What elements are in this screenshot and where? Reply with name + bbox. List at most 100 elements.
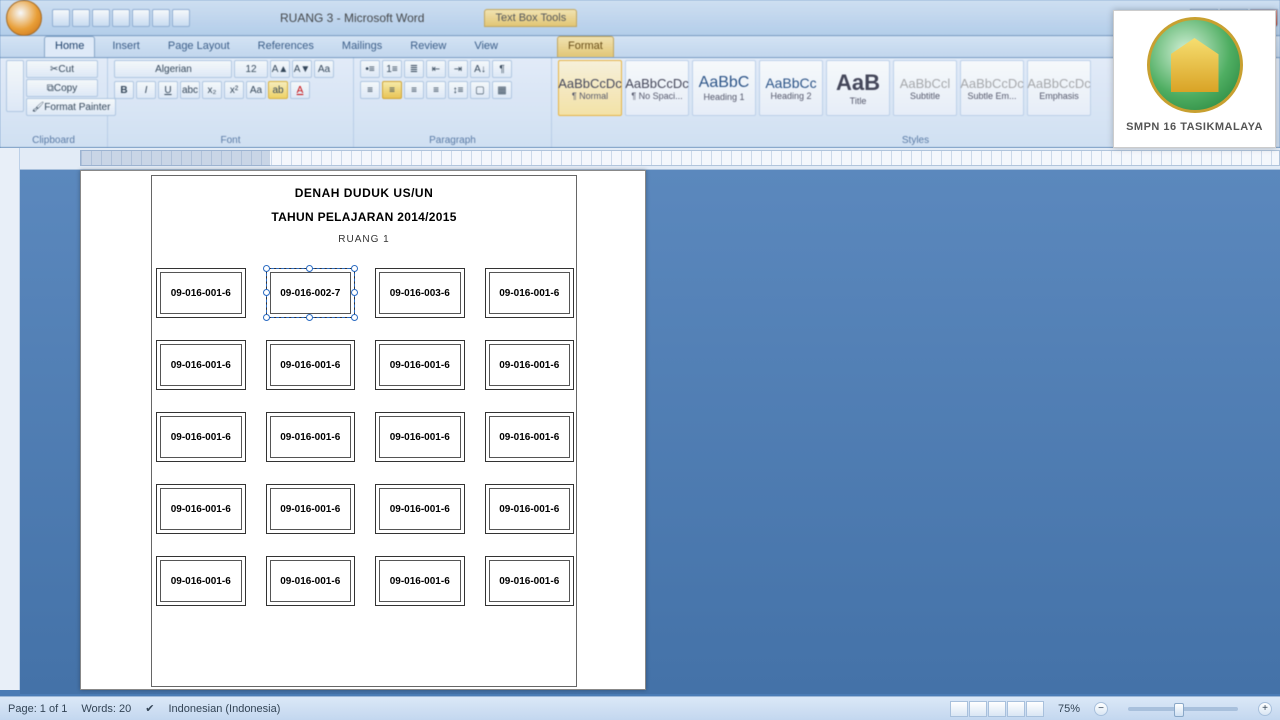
align-left-icon[interactable]: ≡ [360, 81, 380, 99]
seat-textbox[interactable]: 09-016-001-6 [485, 556, 575, 606]
qat-new-icon[interactable] [112, 9, 130, 27]
document-page[interactable]: DENAH DUDUK US/UN TAHUN PELAJARAN 2014/2… [80, 170, 646, 690]
sort-icon[interactable]: A↓ [470, 60, 490, 78]
style-subtitle[interactable]: AaBbCclSubtitle [893, 60, 957, 116]
seat-textbox[interactable]: 09-016-001-6 [485, 412, 575, 462]
seat-textbox[interactable]: 09-016-001-6 [156, 484, 246, 534]
seat-textbox[interactable]: 09-016-001-6 [375, 484, 465, 534]
strike-icon[interactable]: abc [180, 81, 200, 99]
bullets-icon[interactable]: •≡ [360, 60, 380, 78]
tab-references[interactable]: References [247, 36, 325, 57]
seat-textbox[interactable]: 09-016-003-6 [375, 268, 465, 318]
underline-icon[interactable]: U [158, 81, 178, 99]
view-print-layout-icon[interactable] [950, 701, 968, 717]
format-painter-button[interactable]: 🖌 Format Painter [26, 98, 116, 116]
style-normal[interactable]: AaBbCcDc¶ Normal [558, 60, 622, 116]
qat-redo-icon[interactable] [92, 9, 110, 27]
vertical-ruler[interactable] [0, 148, 20, 690]
seat-textbox[interactable]: 09-016-001-6 [266, 340, 356, 390]
status-words[interactable]: Words: 20 [81, 703, 131, 715]
seat-textbox[interactable]: 09-016-001-6 [485, 484, 575, 534]
status-language[interactable]: Indonesian (Indonesia) [168, 703, 280, 715]
proofing-icon[interactable]: ✔ [145, 702, 154, 715]
bold-icon[interactable]: B [114, 81, 134, 99]
tab-view[interactable]: View [463, 36, 509, 57]
style-title[interactable]: AaBTitle [826, 60, 890, 116]
highlight-color-icon[interactable]: ab [268, 81, 288, 99]
superscript-icon[interactable]: x² [224, 81, 244, 99]
qat-undo-icon[interactable] [72, 9, 90, 27]
change-case-icon[interactable]: Aa [246, 81, 266, 99]
view-draft-icon[interactable] [1026, 701, 1044, 717]
subscript-icon[interactable]: x₂ [202, 81, 222, 99]
font-name-select[interactable]: Algerian [114, 60, 232, 78]
selection-handle[interactable] [263, 289, 270, 296]
italic-icon[interactable]: I [136, 81, 156, 99]
document-workspace[interactable]: DENAH DUDUK US/UN TAHUN PELAJARAN 2014/2… [20, 170, 1280, 694]
shrink-font-icon[interactable]: A▼ [292, 60, 312, 78]
tab-page-layout[interactable]: Page Layout [157, 36, 241, 57]
shading-icon[interactable]: ▢ [470, 81, 490, 99]
seat-textbox[interactable]: 09-016-002-7 [266, 268, 356, 318]
selection-handle[interactable] [351, 265, 358, 272]
selection-handle[interactable] [263, 265, 270, 272]
clear-format-icon[interactable]: Aa [314, 60, 334, 78]
increase-indent-icon[interactable]: ⇥ [448, 60, 468, 78]
office-button[interactable] [6, 0, 42, 36]
seat-textbox[interactable]: 09-016-001-6 [156, 412, 246, 462]
seat-textbox[interactable]: 09-016-001-6 [375, 556, 465, 606]
qat-more-icon[interactable] [172, 9, 190, 27]
style-no-spacing[interactable]: AaBbCcDc¶ No Spaci... [625, 60, 689, 116]
seat-textbox[interactable]: 09-016-001-6 [485, 268, 575, 318]
tab-insert[interactable]: Insert [101, 36, 151, 57]
seat-textbox[interactable]: 09-016-001-6 [156, 556, 246, 606]
borders-icon[interactable]: ▦ [492, 81, 512, 99]
justify-icon[interactable]: ≡ [426, 81, 446, 99]
qat-open-icon[interactable] [132, 9, 150, 27]
view-outline-icon[interactable] [1007, 701, 1025, 717]
selection-handle[interactable] [306, 265, 313, 272]
tab-home[interactable]: Home [44, 36, 95, 57]
qat-preview-icon[interactable] [152, 9, 170, 27]
qat-save-icon[interactable] [52, 9, 70, 27]
font-color-icon[interactable]: A [290, 81, 310, 99]
tab-mailings[interactable]: Mailings [331, 36, 393, 57]
paste-button[interactable] [6, 60, 24, 112]
multilevel-icon[interactable]: ≣ [404, 60, 424, 78]
selection-handle[interactable] [351, 289, 358, 296]
style-heading2[interactable]: AaBbCcHeading 2 [759, 60, 823, 116]
selection-handle[interactable] [263, 314, 270, 321]
tab-format[interactable]: Format [557, 36, 614, 57]
align-right-icon[interactable]: ≡ [404, 81, 424, 99]
selection-handle[interactable] [306, 314, 313, 321]
seat-textbox[interactable]: 09-016-001-6 [266, 484, 356, 534]
seat-textbox[interactable]: 09-016-001-6 [485, 340, 575, 390]
copy-button[interactable]: ⧉ Copy [26, 79, 98, 97]
seat-textbox[interactable]: 09-016-001-6 [375, 340, 465, 390]
show-marks-icon[interactable]: ¶ [492, 60, 512, 78]
status-page[interactable]: Page: 1 of 1 [8, 703, 67, 715]
view-full-screen-icon[interactable] [969, 701, 987, 717]
style-subtle-em[interactable]: AaBbCcDcSubtle Em... [960, 60, 1024, 116]
seat-textbox[interactable]: 09-016-001-6 [156, 340, 246, 390]
tab-review[interactable]: Review [399, 36, 457, 57]
selection-handle[interactable] [351, 314, 358, 321]
align-center-icon[interactable]: ≡ [382, 81, 402, 99]
cut-button[interactable]: ✂ Cut [26, 60, 98, 78]
zoom-slider[interactable] [1128, 707, 1238, 711]
seat-textbox[interactable]: 09-016-001-6 [266, 412, 356, 462]
horizontal-ruler[interactable] [0, 148, 1280, 170]
line-spacing-icon[interactable]: ↕≡ [448, 81, 468, 99]
decrease-indent-icon[interactable]: ⇤ [426, 60, 446, 78]
view-web-icon[interactable] [988, 701, 1006, 717]
zoom-level[interactable]: 75% [1058, 703, 1080, 715]
seat-textbox[interactable]: 09-016-001-6 [266, 556, 356, 606]
style-heading1[interactable]: AaBbCHeading 1 [692, 60, 756, 116]
style-emphasis[interactable]: AaBbCcDcEmphasis [1027, 60, 1091, 116]
font-size-select[interactable]: 12 [234, 60, 268, 78]
zoom-in-button[interactable]: + [1258, 702, 1272, 716]
grow-font-icon[interactable]: A▲ [270, 60, 290, 78]
seat-textbox[interactable]: 09-016-001-6 [156, 268, 246, 318]
numbering-icon[interactable]: 1≡ [382, 60, 402, 78]
seat-textbox[interactable]: 09-016-001-6 [375, 412, 465, 462]
